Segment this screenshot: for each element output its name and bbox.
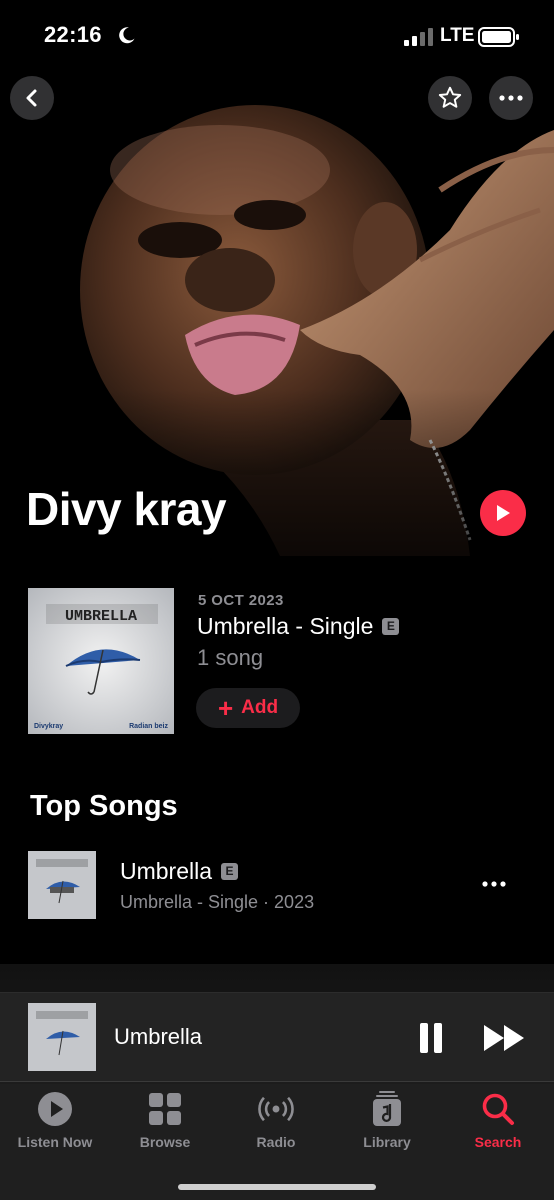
ellipsis-icon	[499, 95, 523, 101]
home-indicator[interactable]	[178, 1184, 376, 1190]
add-label: Add	[241, 697, 279, 718]
tab-library[interactable]: Library	[332, 1090, 442, 1160]
tab-label: Listen Now	[17, 1134, 93, 1150]
play-icon	[497, 505, 510, 521]
song-subtitle: Umbrella - Single · 2023	[120, 892, 315, 912]
explicit-badge: E	[221, 863, 239, 880]
song-artwork	[28, 851, 96, 919]
tab-browse[interactable]: Browse	[110, 1090, 220, 1160]
tab-listen-now[interactable]: Listen Now	[0, 1090, 110, 1160]
play-circle-icon	[36, 1090, 74, 1128]
tab-bar: Listen Now Browse Radio Library Search	[0, 1084, 554, 1200]
music-note-stack-icon	[368, 1090, 406, 1128]
star-icon	[438, 86, 462, 108]
ellipsis-icon	[482, 881, 506, 887]
release-song-count: 1 song	[197, 645, 264, 670]
artist-photo	[0, 0, 554, 556]
release-date: 5 OCT 2023	[198, 592, 284, 609]
song-title-row: Umbrella E	[120, 858, 239, 885]
status-bar: 22:16 LTE	[0, 0, 554, 74]
next-track-button[interactable]	[482, 1019, 528, 1057]
search-icon	[479, 1090, 517, 1128]
tab-search[interactable]: Search	[443, 1090, 553, 1160]
tab-label: Library	[363, 1134, 411, 1150]
status-time: 22:16	[44, 22, 102, 47]
cover-title: UMBRELLA	[65, 608, 137, 625]
grid-icon	[146, 1090, 184, 1128]
tab-label: Search	[474, 1134, 522, 1150]
song-more-button[interactable]	[476, 872, 512, 896]
explicit-badge: E	[382, 618, 400, 635]
tab-label: Radio	[256, 1134, 296, 1150]
add-button[interactable]: + Add	[196, 688, 300, 728]
artist-hero	[0, 0, 554, 556]
mini-player[interactable]: Umbrella	[0, 992, 554, 1082]
now-playing-title[interactable]: Umbrella	[114, 1024, 202, 1050]
back-button[interactable]	[10, 76, 54, 120]
song-title: Umbrella	[120, 858, 213, 884]
cover-credit-right: Radian beiz	[129, 723, 168, 730]
release-artwork[interactable]: UMBRELLA Divykray Radian beiz	[28, 588, 174, 734]
battery-icon	[478, 27, 519, 47]
release-title-row[interactable]: Umbrella - Single E	[197, 613, 400, 640]
cover-credit-left: Divykray	[34, 723, 63, 730]
plus-icon: +	[217, 693, 234, 723]
pause-button[interactable]	[414, 1019, 448, 1057]
moon-icon	[119, 27, 135, 44]
song-row[interactable]: Umbrella E Umbrella - Single · 2023	[0, 846, 554, 924]
more-options-button[interactable]	[489, 76, 533, 120]
radio-waves-icon	[257, 1090, 295, 1128]
tab-label: Browse	[139, 1134, 191, 1150]
cellular-signal-icon	[404, 28, 433, 46]
tab-radio[interactable]: Radio	[221, 1090, 331, 1160]
release-title[interactable]: Umbrella - Single	[197, 613, 373, 640]
now-playing-artwork[interactable]	[28, 1003, 96, 1071]
play-artist-button[interactable]	[480, 490, 526, 536]
chevron-left-icon	[26, 89, 37, 107]
favorite-button[interactable]	[428, 76, 472, 120]
artist-name: Divy kray	[26, 483, 227, 535]
network-type: LTE	[440, 25, 475, 46]
pause-icon	[420, 1023, 442, 1053]
forward-icon	[484, 1025, 524, 1051]
section-title-top-songs[interactable]: Top Songs	[30, 790, 178, 823]
